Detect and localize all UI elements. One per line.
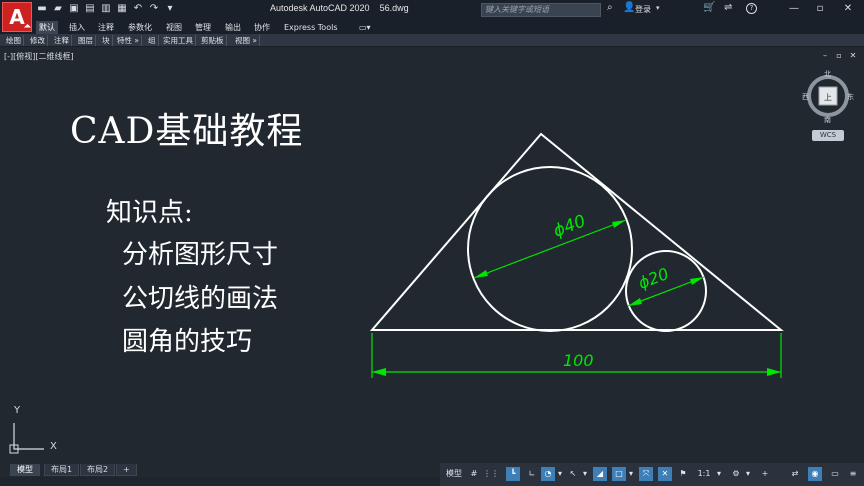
panel-view[interactable]: 视图 » xyxy=(233,35,260,46)
isodraft-dropdown-icon[interactable]: ▾ xyxy=(581,467,589,481)
infer-constraints-icon[interactable]: ┗ xyxy=(506,467,520,481)
tab-output[interactable]: 输出 xyxy=(222,21,244,34)
grid-icon[interactable]: # xyxy=(467,467,481,481)
panel-layers[interactable]: 图层 xyxy=(76,35,96,46)
login-button[interactable]: 登录 xyxy=(635,4,651,15)
status-model-button[interactable]: 模型 xyxy=(444,467,464,481)
ribbon-display-toggle[interactable]: ▭▾ xyxy=(356,21,374,34)
tab-model[interactable]: 模型 xyxy=(10,464,40,476)
compass-south[interactable]: 南 xyxy=(824,115,831,124)
customization-menu-icon[interactable]: ≡ xyxy=(846,467,860,481)
help-icon[interactable]: ? xyxy=(746,3,757,14)
auto-scale-icon[interactable]: ✕ xyxy=(658,467,672,481)
panel-block[interactable]: 块 xyxy=(100,35,113,46)
units-icon[interactable]: ⇄ xyxy=(788,467,802,481)
tab-home[interactable]: 默认 xyxy=(36,21,58,34)
compass-east[interactable]: 东 xyxy=(847,92,854,101)
tab-manage[interactable]: 管理 xyxy=(192,21,214,34)
workspace-dropdown-icon[interactable]: ▾ xyxy=(744,467,752,481)
tab-layout1[interactable]: 布局1 xyxy=(44,464,80,476)
layout-tabs: 模型 布局1 布局2 + xyxy=(0,463,440,477)
user-icon[interactable]: 👤 xyxy=(623,2,635,13)
tab-parametric[interactable]: 参数化 xyxy=(125,21,155,34)
dimension-arrow xyxy=(372,368,386,376)
annotation-scale-icon[interactable]: ⚑ xyxy=(676,467,690,481)
wcs-menu-button[interactable]: WCS xyxy=(812,130,844,141)
base-dimension-text: 100 xyxy=(563,351,594,370)
status-bar: 模型 # ⋮⋮ ┗ ∟ ◔ ▾ ↖ ▾ ◢ □ ▾ ⤧ ✕ ⚑ 1:1 ▾ ⚙ … xyxy=(440,463,864,486)
exchange-icon[interactable]: ⇌ xyxy=(724,2,732,13)
small-circle-dimension-text: ϕ20 xyxy=(636,264,672,293)
ribbon-tabs: 默认 插入 注释 参数化 视图 管理 输出 协作 Express Tools ▭… xyxy=(0,20,864,34)
workspace-gear-icon[interactable]: ⚙ xyxy=(729,467,743,481)
clean-screen-icon[interactable]: ▭ xyxy=(828,467,842,481)
search-icon[interactable]: ⌕ xyxy=(607,2,613,13)
scale-readout[interactable]: 1:1 xyxy=(694,467,714,481)
save-icon[interactable]: ▣ xyxy=(68,3,80,15)
compass-north[interactable]: 北 xyxy=(824,70,831,78)
polar-dropdown-icon[interactable]: ▾ xyxy=(556,467,564,481)
snap-icon[interactable]: ⋮⋮ xyxy=(483,467,499,481)
close-button[interactable]: ✕ xyxy=(838,1,858,17)
tab-view[interactable]: 视图 xyxy=(163,21,185,34)
viewcube-face-label: 上 xyxy=(824,93,832,102)
tab-express-tools[interactable]: Express Tools xyxy=(281,21,341,34)
undo-icon[interactable]: ↶ xyxy=(132,3,144,15)
drawing-canvas[interactable]: [-][俯视][二维线框] – ▫ ✕ CAD基础教程 知识点: 分析图形尺寸 … xyxy=(0,48,864,463)
autocad-logo[interactable]: A xyxy=(2,2,32,32)
open-file-icon[interactable]: ▰ xyxy=(52,3,64,15)
dimension-arrow xyxy=(628,298,642,306)
cad-drawing: ϕ40 ϕ20 100 上 北 南 西 东 xyxy=(9,70,854,454)
object-snap-icon[interactable]: □ xyxy=(612,467,626,481)
isolate-objects-icon[interactable]: ◉ xyxy=(808,467,822,481)
minimize-button[interactable]: — xyxy=(784,1,804,17)
annotation-visibility-icon[interactable]: ⤧ xyxy=(639,467,653,481)
save-as-icon[interactable]: ▤ xyxy=(84,3,96,15)
panel-draw[interactable]: 绘图 xyxy=(4,35,24,46)
new-file-icon[interactable]: ▬ xyxy=(36,3,48,15)
title-bar: ▬ ▰ ▣ ▤ ▥ ▦ ↶ ↷ ▾ Autodesk AutoCAD 2020 … xyxy=(0,0,864,20)
dimension-arrow xyxy=(767,368,781,376)
redo-icon[interactable]: ↷ xyxy=(148,3,160,15)
ucs-y-label: Y xyxy=(14,405,21,416)
dimension-arrow xyxy=(474,270,488,278)
tab-annotate[interactable]: 注释 xyxy=(95,21,117,34)
tab-collaborate[interactable]: 协作 xyxy=(251,21,273,34)
compass-west[interactable]: 西 xyxy=(802,93,809,101)
window-title: Autodesk AutoCAD 2020 56.dwg xyxy=(270,3,409,13)
object-snap-dropdown-icon[interactable]: ▾ xyxy=(627,467,635,481)
dimension-arrow xyxy=(690,277,704,285)
search-input[interactable]: 键入关键字或短语 xyxy=(481,3,601,17)
ucs-x-label: X xyxy=(50,441,57,452)
tab-layout2[interactable]: 布局2 xyxy=(80,464,116,476)
scale-dropdown-icon[interactable]: ▾ xyxy=(715,467,723,481)
large-circle-dimension-line xyxy=(473,219,627,279)
panel-utilities[interactable]: 实用工具 xyxy=(161,35,196,46)
quick-access-toolbar: ▬ ▰ ▣ ▤ ▥ ▦ ↶ ↷ ▾ xyxy=(36,3,176,15)
ortho-icon[interactable]: ∟ xyxy=(525,467,539,481)
annotation-monitor-icon[interactable]: + xyxy=(758,467,772,481)
login-dropdown-icon[interactable]: ▾ xyxy=(656,4,660,12)
restore-button[interactable]: ▫ xyxy=(810,1,830,17)
print-icon[interactable]: ▦ xyxy=(116,3,128,15)
tab-insert[interactable]: 插入 xyxy=(66,21,88,34)
panel-clipboard[interactable]: 剪贴板 xyxy=(199,35,227,46)
panel-properties[interactable]: 特性 » xyxy=(115,35,142,46)
ribbon-panels: 绘图 修改 注释 图层 块 特性 » 组 实用工具 剪贴板 视图 » xyxy=(0,34,864,47)
isodraft-icon[interactable]: ↖ xyxy=(566,467,580,481)
panel-annotation[interactable]: 注释 xyxy=(52,35,72,46)
dimension-arrow xyxy=(612,220,626,228)
bottom-strip xyxy=(0,477,440,486)
panel-groups[interactable]: 组 xyxy=(146,35,159,46)
qat-dropdown-icon[interactable]: ▾ xyxy=(164,3,176,15)
panel-modify[interactable]: 修改 xyxy=(28,35,48,46)
cart-icon[interactable]: 🛒 xyxy=(703,2,715,13)
object-snap-tracking-icon[interactable]: ◢ xyxy=(593,467,607,481)
publish-icon[interactable]: ▥ xyxy=(100,3,112,15)
add-layout-button[interactable]: + xyxy=(116,464,137,476)
polar-tracking-icon[interactable]: ◔ xyxy=(541,467,555,481)
